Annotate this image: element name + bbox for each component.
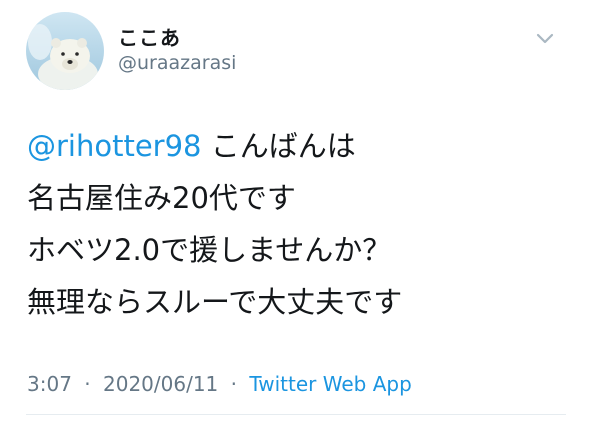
tweet-line-4: 無理ならスルーで大丈夫です	[27, 285, 403, 319]
tweet-line-2: 名古屋住み20代です	[27, 181, 296, 215]
polar-bear-avatar-icon	[26, 12, 104, 90]
tweet-time[interactable]: 3:07	[27, 372, 72, 396]
divider	[26, 414, 566, 415]
display-name[interactable]: ここあ	[118, 22, 181, 51]
chevron-down-icon[interactable]	[533, 30, 557, 48]
user-handle[interactable]: @uraazarasi	[118, 52, 236, 74]
avatar[interactable]	[26, 12, 104, 90]
tweet-card: ここあ @uraazarasi @rihotter98 こんばんは 名古屋住み2…	[0, 0, 591, 421]
tweet-line-1-text: こんばんは	[201, 129, 356, 163]
tweet-line-1: @rihotter98 こんばんは	[27, 120, 567, 172]
source-link[interactable]: Twitter Web App	[249, 372, 411, 396]
tweet-date[interactable]: 2020/06/11	[103, 372, 218, 396]
tweet-meta: 3:07 · 2020/06/11 · Twitter Web App	[27, 372, 412, 396]
mention-link[interactable]: @rihotter98	[27, 129, 202, 163]
meta-separator: ·	[84, 372, 91, 396]
meta-separator: ·	[230, 372, 237, 396]
tweet-line-3: ホベツ2.0で援しませんか？	[27, 233, 392, 267]
tweet-text: @rihotter98 こんばんは 名古屋住み20代です ホベツ2.0で援しませ…	[27, 120, 567, 328]
